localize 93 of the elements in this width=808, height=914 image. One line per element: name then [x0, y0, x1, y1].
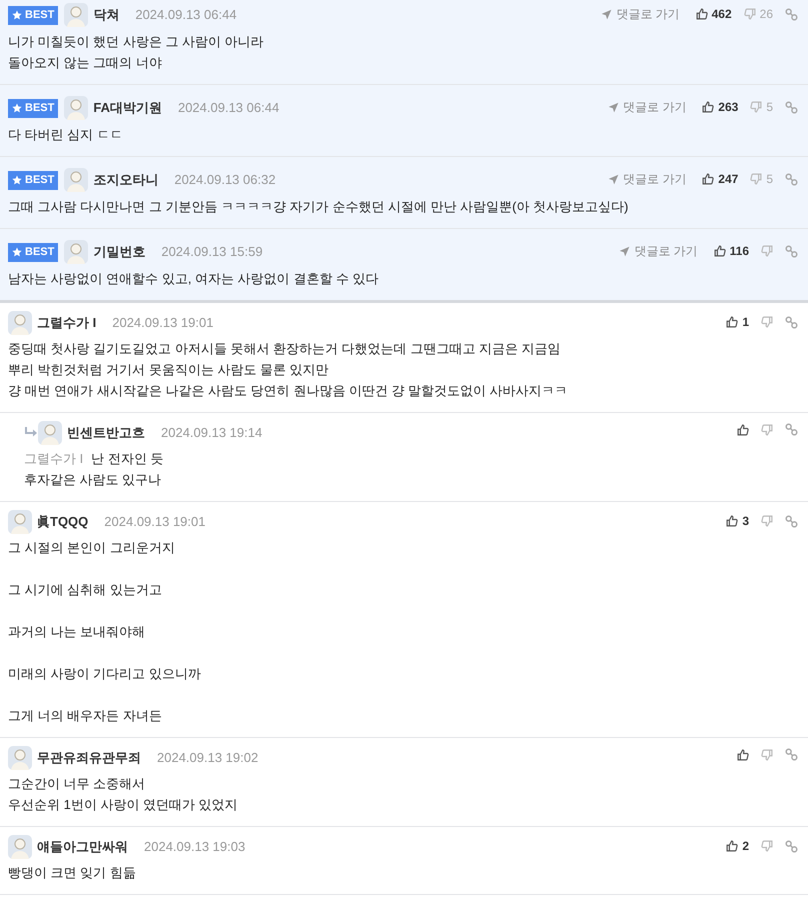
thumbs-down-icon — [761, 245, 773, 257]
comment-date: 2024.09.13 06:32 — [174, 171, 276, 190]
comment-date: 2024.09.13 19:14 — [161, 424, 262, 442]
thumbs-down-icon — [761, 424, 773, 436]
mentioned-nickname: 그렬수가 I — [24, 450, 84, 468]
like-button[interactable]: 462 — [696, 5, 732, 23]
link-icon[interactable] — [785, 840, 798, 852]
thumbs-down-icon — [744, 8, 756, 20]
like-button[interactable]: 1 — [726, 313, 749, 331]
comment-text: 중딩때 첫사랑 길기도길었고 아저시들 못해서 환장하는거 다했었는데 그땐그때고 지금은 지금임 뿌리 박힌것처럼 거기서 못움직이는 사람도 물론 있지만 걍 매번 연애가 새시작같은 나같은 사람도 당연히 줜나많음 이딴건 걍 말할것도없이 사바사지ㅋㅋ — [8, 340, 569, 400]
nickname-link[interactable]: 그렬수가 I — [37, 313, 96, 333]
best-badge: BEST — [8, 6, 58, 24]
send-arrow-icon — [601, 8, 612, 20]
comment-date: 2024.09.13 15:59 — [161, 243, 263, 262]
comment-text: 난 전자인 듯 — [91, 450, 164, 468]
nickname-link[interactable]: 무관유죄유관무죄 — [37, 748, 141, 768]
like-button[interactable]: 263 — [702, 98, 738, 116]
send-arrow-icon — [608, 174, 619, 184]
avatar-icon — [64, 96, 88, 120]
like-button[interactable] — [737, 424, 749, 436]
thumbs-down-icon — [761, 515, 773, 527]
dislike-button[interactable] — [761, 316, 773, 328]
like-button[interactable]: 2 — [726, 837, 749, 855]
like-button[interactable]: 3 — [726, 512, 749, 530]
nickname-link[interactable]: 닥쳐 — [93, 5, 120, 25]
comment-date: 2024.09.13 19:01 — [112, 314, 214, 332]
comment-date: 2024.09.13 19:02 — [157, 749, 258, 768]
thumbs-up-icon — [696, 8, 708, 20]
comment-date: 2024.09.13 19:01 — [104, 513, 206, 532]
nickname-link[interactable]: 조지오타니 — [93, 170, 158, 190]
dislike-button[interactable] — [761, 424, 773, 436]
avatar-icon — [64, 240, 88, 264]
avatar-icon — [8, 510, 32, 534]
send-arrow-icon — [619, 246, 630, 256]
thumbs-up-icon — [714, 245, 726, 257]
avatar-icon — [38, 421, 62, 445]
like-button[interactable]: 116 — [714, 242, 749, 260]
comment-date: 2024.09.13 06:44 — [135, 6, 237, 24]
avatar-icon — [64, 168, 88, 192]
comment-text: 그순간이 너무 소중해서 우선순위 1번이 사랑이 였던때가 있었지 — [8, 775, 239, 814]
thumbs-down-icon — [761, 316, 773, 328]
comment-text: 그 시절의 본인이 그리운거지 그 시기에 심취해 있는거고 과거의 나는 보내줘야해 미래의 사랑이 기다리고 있으니까 그게 너의 배우자든 자녀든 — [8, 539, 202, 725]
link-icon[interactable] — [785, 316, 798, 328]
nickname-link[interactable]: FA대박기원 — [93, 98, 162, 118]
nickname-link[interactable]: 빈센트반고흐 — [67, 423, 145, 443]
thumbs-down-icon — [761, 840, 773, 852]
thumbs-up-icon — [702, 173, 714, 185]
star-icon — [12, 103, 22, 113]
dislike-button[interactable] — [761, 245, 773, 257]
thumbs-down-icon — [750, 173, 762, 185]
send-arrow-icon — [608, 102, 619, 112]
star-icon — [12, 247, 22, 257]
link-icon[interactable] — [785, 8, 798, 20]
comment-text: 그때 그사람 다시만나면 그 기분안듬 ㅋㅋㅋㅋ걍 자기가 순수했던 시절에 만난 사람일뿐(아 첫사랑보고싶다) — [8, 198, 630, 216]
thumbs-up-icon — [726, 515, 738, 527]
comment-date: 2024.09.13 19:03 — [144, 838, 246, 856]
comment-date: 2024.09.13 06:44 — [178, 99, 280, 118]
comment-text: 빵댕이 크면 잊기 힘듦 — [8, 864, 137, 882]
nickname-link[interactable]: 기밀번호 — [93, 242, 146, 262]
best-badge: BEST — [8, 242, 58, 262]
dislike-button[interactable] — [761, 840, 773, 852]
reply-arrow-icon — [24, 427, 38, 439]
best-badge: BEST — [8, 98, 58, 118]
star-icon — [12, 175, 22, 185]
link-icon[interactable] — [785, 172, 798, 186]
comment-text: 다 타버린 심지 ㄷㄷ — [8, 126, 124, 144]
link-icon[interactable] — [785, 514, 798, 528]
avatar-icon — [64, 3, 88, 27]
like-button[interactable]: 247 — [702, 170, 738, 188]
best-badge: BEST — [8, 170, 58, 190]
dislike-button[interactable] — [761, 515, 773, 527]
thumbs-up-icon — [737, 424, 749, 436]
thumbs-up-icon — [726, 840, 738, 852]
star-icon — [12, 10, 22, 20]
comment-text: 니가 미칠듯이 했던 사랑은 그 사람이 아니라 돌아오지 않는 그때의 너야 — [8, 33, 265, 72]
thumbs-down-icon — [761, 748, 773, 760]
nickname-link[interactable]: 眞TQQQ — [37, 512, 88, 532]
comment-text: 후자같은 사람도 있구나 — [24, 471, 162, 489]
link-icon[interactable] — [785, 748, 798, 761]
thumbs-up-icon — [702, 101, 714, 113]
thumbs-down-icon — [750, 101, 762, 113]
comment-text: 남자는 사랑없이 연애할수 있고, 여자는 사랑없이 결혼할 수 있다 — [8, 270, 380, 288]
like-button[interactable] — [737, 748, 749, 760]
thumbs-up-icon — [726, 316, 738, 328]
thumbs-up-icon — [737, 748, 749, 760]
dislike-button[interactable] — [761, 748, 773, 760]
link-icon[interactable] — [785, 244, 798, 258]
link-icon[interactable] — [785, 100, 798, 114]
nickname-link[interactable]: 얘들아그만싸워 — [37, 837, 128, 857]
avatar-icon — [8, 311, 32, 335]
link-icon[interactable] — [785, 423, 798, 436]
avatar-icon — [8, 835, 32, 859]
avatar-icon — [8, 746, 32, 770]
